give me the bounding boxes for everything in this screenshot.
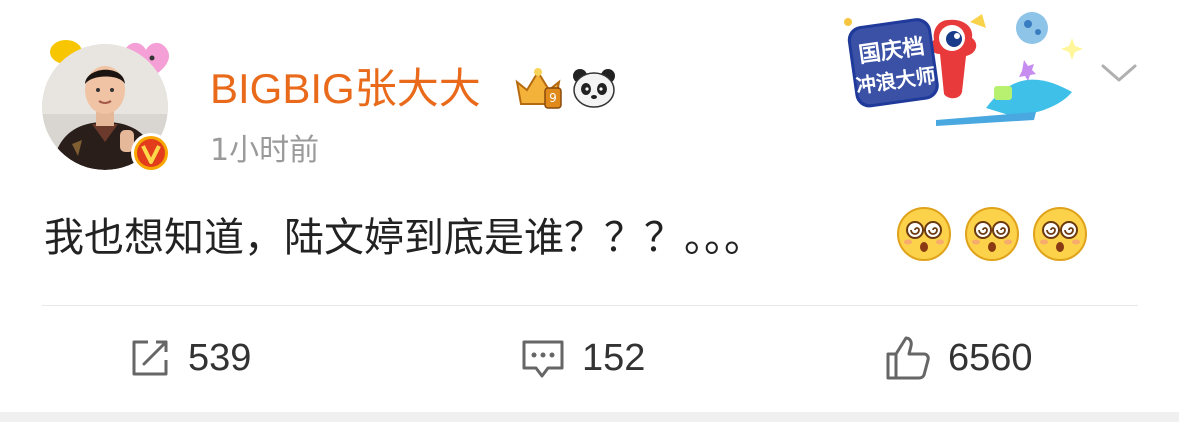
chevron-down-icon[interactable] xyxy=(1098,58,1140,88)
dizzy-face-emoji-icon xyxy=(965,207,1019,261)
username[interactable]: BIGBIG张大大 xyxy=(210,64,481,114)
comment-count: 152 xyxy=(582,336,646,379)
repost-count: 539 xyxy=(188,336,252,379)
verified-badge-icon xyxy=(131,133,171,173)
divider xyxy=(42,305,1138,306)
svg-text:9: 9 xyxy=(549,91,557,105)
dizzy-face-emoji-icon xyxy=(1033,207,1087,261)
user-avatar[interactable] xyxy=(42,44,171,173)
bottom-separator xyxy=(0,412,1179,422)
comment-button[interactable]: 152 xyxy=(520,332,645,384)
dizzy-face-emoji-icon xyxy=(897,207,951,261)
crown-badge-icon: 9 xyxy=(515,68,562,109)
festival-banner-icon[interactable]: 国庆档 冲浪大师 xyxy=(836,8,1086,136)
post-time: 1小时前 xyxy=(210,133,320,168)
like-button[interactable]: 6560 xyxy=(884,332,1033,384)
repost-button[interactable]: 539 xyxy=(128,332,251,384)
panda-badge-icon xyxy=(573,69,615,108)
post-text: 我也想知道，陆文婷到底是谁？？？。。。 xyxy=(44,215,764,261)
comment-icon xyxy=(522,340,564,378)
thumbs-up-icon xyxy=(886,336,930,380)
repost-icon xyxy=(132,340,168,376)
like-count: 6560 xyxy=(948,336,1033,379)
emoji-group xyxy=(896,206,1088,262)
